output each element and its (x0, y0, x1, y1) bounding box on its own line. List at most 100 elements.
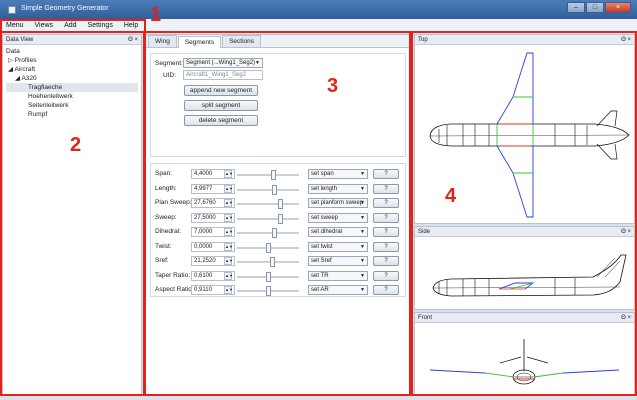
segment-group: Segment: Segment (...Wing1_Seg2) ▼ UID: … (150, 53, 406, 157)
parameter-slider[interactable] (237, 228, 299, 238)
parameter-set-value: set planform sweep (311, 200, 364, 206)
tree-item-a320[interactable]: ◢ A320 (6, 74, 138, 83)
parameter-slider[interactable] (237, 286, 299, 296)
slider-thumb[interactable] (266, 242, 271, 253)
spinner-icon[interactable]: ▲▼ (224, 170, 233, 178)
parameter-slider[interactable] (237, 184, 299, 195)
parameter-slider[interactable] (237, 257, 299, 267)
parameter-label: Taper Ratio: (155, 271, 191, 279)
side-view-canvas[interactable] (415, 237, 634, 309)
slider-thumb[interactable] (272, 228, 277, 238)
parameter-slider[interactable] (237, 170, 299, 180)
chevron-down-icon: ▼ (360, 243, 365, 250)
slider-thumb[interactable] (278, 199, 283, 209)
spinner-icon[interactable]: ▲▼ (224, 286, 233, 294)
close-icon[interactable]: × (605, 2, 631, 13)
parameter-slider[interactable] (237, 271, 299, 282)
slider-thumb[interactable] (272, 184, 277, 195)
segment-select-value: Segment (...Wing1_Seg2) (186, 60, 256, 66)
menu-bar: Menu Views Add Settings Help (0, 19, 637, 33)
maximize-icon[interactable]: □ (586, 2, 604, 13)
menu-menu[interactable]: Menu (6, 22, 24, 29)
tree-item-hoehenleitwerk[interactable]: Hoehenleitwerk (6, 92, 138, 101)
parameter-help-button[interactable]: ? (373, 227, 399, 237)
annotation-label-3: 3 (327, 75, 339, 97)
parameter-set-value: set AR (311, 287, 329, 293)
segment-editor-panel: Wing Segments Sections Segment: Segment … (145, 34, 411, 396)
spinner-icon[interactable]: ▲▼ (224, 228, 233, 236)
annotation-label-2: 2 (70, 134, 82, 156)
parameter-set-select[interactable]: set length ▼ (308, 183, 368, 194)
parameter-help-button[interactable]: ? (373, 285, 399, 295)
menu-add[interactable]: Add (64, 22, 76, 29)
parameter-set-select[interactable]: set AR ▼ (308, 285, 368, 295)
parameter-row: Taper Ratio: 0,6100 ▲▼ set TR ▼? (151, 270, 407, 283)
parameter-slider[interactable] (237, 242, 299, 253)
uid-field[interactable]: Aircraft1_Wing1_Seg2 (183, 70, 263, 80)
parameter-label: Dihedral: (155, 228, 182, 235)
slider-thumb[interactable] (270, 257, 275, 267)
front-view-canvas[interactable] (415, 323, 634, 395)
parameter-help-button[interactable]: ? (373, 212, 399, 223)
slider-thumb[interactable] (266, 271, 271, 282)
parameter-row: Dihedral: 7,0000 ▲▼ set dihedral ▼? (151, 226, 407, 239)
parameter-set-select[interactable]: set twist ▼ (308, 241, 368, 252)
delete-segment-button[interactable]: delete segment (184, 115, 258, 126)
tab-wing[interactable]: Wing (148, 35, 177, 47)
minimize-icon[interactable]: – (567, 2, 585, 13)
parameter-help-button[interactable]: ? (373, 183, 399, 194)
panel-float-close-icon[interactable]: Θ × (621, 227, 631, 237)
append-segment-button[interactable]: append new segment (184, 85, 258, 96)
parameter-help-button[interactable]: ? (373, 270, 399, 281)
spinner-icon[interactable]: ▲▼ (224, 242, 233, 251)
tree-item-aircraft[interactable]: ◢ Aircraft (6, 65, 138, 74)
parameter-help-button[interactable]: ? (373, 169, 399, 179)
tree-item-profiles[interactable]: ▷ Profiles (6, 56, 138, 65)
tree-item-seitenleitwerk[interactable]: Seitenleitwerk (6, 101, 138, 110)
spinner-icon[interactable]: ▲▼ (224, 199, 233, 207)
annotation-label-1: 1 (150, 4, 162, 26)
chevron-down-icon: ▼ (360, 171, 365, 177)
menu-help[interactable]: Help (124, 22, 138, 29)
parameter-help-button[interactable]: ? (373, 198, 399, 208)
chevron-down-icon: ▼ (360, 214, 365, 221)
slider-thumb[interactable] (278, 213, 283, 224)
parameter-label: Sref: (155, 257, 169, 264)
data-view-panel: Data View Θ × Data ▷ Profiles ◢ Aircraft… (2, 34, 142, 396)
menu-settings[interactable]: Settings (88, 22, 113, 29)
chevron-down-icon: ▼ (360, 272, 365, 279)
segment-select[interactable]: Segment (...Wing1_Seg2) ▼ (183, 58, 263, 68)
panel-float-close-icon[interactable]: Θ × (621, 313, 631, 323)
parameter-help-button[interactable]: ? (373, 241, 399, 252)
tab-segments[interactable]: Segments (177, 36, 222, 48)
parameter-slider[interactable] (237, 213, 299, 224)
panel-float-close-icon[interactable]: Θ × (621, 35, 631, 45)
spinner-icon[interactable]: ▲▼ (224, 271, 233, 280)
parameter-set-select[interactable]: set sweep ▼ (308, 212, 368, 223)
parameter-help-button[interactable]: ? (373, 256, 399, 266)
parameter-set-select[interactable]: set planform sweep ▼ (308, 198, 368, 208)
parameter-row: Plan Sweep: 27,6760 ▲▼ set planform sweep ▼? (151, 197, 407, 210)
title-bar: Simple Geometry Generator – □ × (0, 0, 637, 19)
slider-thumb[interactable] (266, 286, 271, 296)
split-segment-button[interactable]: split segment (184, 100, 258, 111)
parameter-set-select[interactable]: set Sref ▼ (308, 256, 368, 266)
slider-thumb[interactable] (271, 170, 276, 180)
parameter-label: Aspect Ratio: (155, 286, 194, 293)
panel-float-close-icon[interactable]: Θ × (128, 35, 138, 45)
parameter-set-select[interactable]: set TR ▼ (308, 270, 368, 281)
tab-bar: Wing Segments Sections (146, 35, 410, 48)
spinner-icon[interactable]: ▲▼ (224, 257, 233, 265)
tree-item-rumpf[interactable]: Rumpf (6, 110, 138, 119)
tab-sections[interactable]: Sections (222, 35, 262, 47)
parameter-slider[interactable] (237, 199, 299, 209)
parameter-set-select[interactable]: set span ▼ (308, 169, 368, 179)
uid-label: UID: (163, 72, 176, 79)
parameter-set-select[interactable]: set dihedral ▼ (308, 227, 368, 237)
spinner-icon[interactable]: ▲▼ (224, 184, 233, 193)
menu-views[interactable]: Views (35, 22, 54, 29)
spinner-icon[interactable]: ▲▼ (224, 213, 233, 222)
tree-item-tragflaeche[interactable]: Tragflaeche (6, 83, 138, 92)
annotation-label-4: 4 (445, 185, 457, 207)
parameter-label: Plan Sweep: (155, 199, 192, 206)
